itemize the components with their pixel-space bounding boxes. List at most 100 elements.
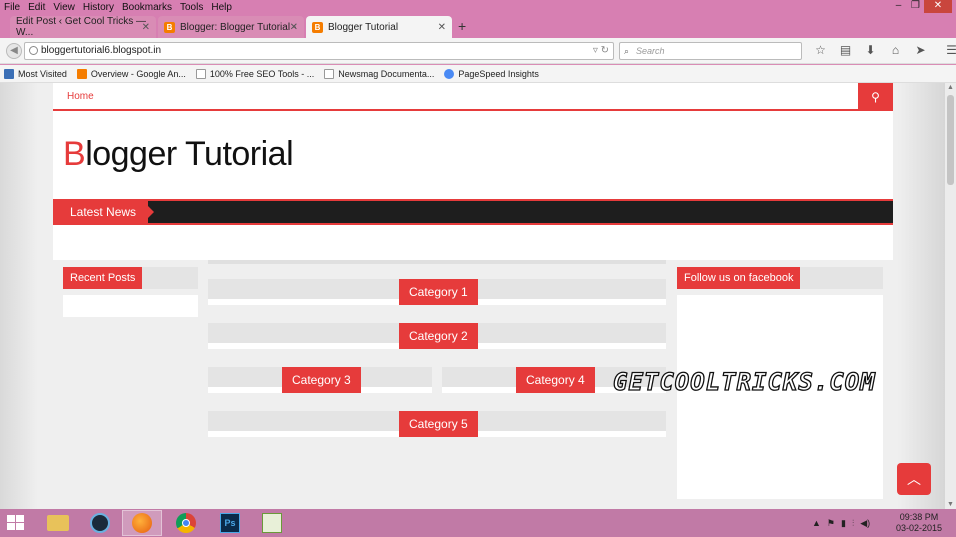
- category-1-block: Category 1: [208, 279, 666, 305]
- recent-posts-widget-header: Recent Posts: [63, 267, 198, 289]
- chevron-up-icon: ︿: [907, 471, 921, 487]
- clock-time: 09:38 PM: [899, 512, 939, 522]
- category-5-block: Category 5: [208, 411, 666, 437]
- category-2-block: Category 2: [208, 323, 666, 349]
- category-5-label[interactable]: Category 5: [399, 411, 478, 437]
- close-tab-icon[interactable]: ✕: [290, 22, 298, 33]
- category-1-label[interactable]: Category 1: [399, 279, 478, 305]
- chrome-icon[interactable]: [166, 510, 206, 536]
- recent-posts-body: [63, 295, 198, 317]
- category-4-label[interactable]: Category 4: [516, 367, 595, 393]
- search-icon[interactable]: ⚲: [858, 83, 893, 111]
- latest-news-label: Latest News: [53, 201, 154, 223]
- minimize-icon[interactable]: –: [890, 0, 907, 13]
- search-input[interactable]: ⌕ Search: [619, 42, 802, 60]
- bookmarks-toolbar: Most Visited Overview - Google An... 100…: [0, 65, 956, 83]
- latest-news-bar: Latest News: [53, 199, 893, 225]
- back-arrow-icon[interactable]: ◀: [6, 43, 22, 59]
- bookmark-label: PageSpeed Insights: [458, 68, 539, 79]
- menu-bookmarks[interactable]: Bookmarks: [122, 2, 172, 13]
- tab-bar: Edit Post ‹ Get Cool Tricks — W... ✕ B B…: [0, 14, 956, 38]
- nav-home-link[interactable]: Home: [67, 91, 94, 102]
- new-tab-icon[interactable]: +: [458, 18, 466, 34]
- facebook-widget-body: [677, 295, 883, 499]
- file-explorer-icon[interactable]: [38, 510, 78, 536]
- windows-start-icon[interactable]: [7, 515, 25, 531]
- maximize-icon[interactable]: ❐: [907, 0, 924, 13]
- facebook-widget-title: Follow us on facebook: [677, 267, 801, 289]
- scroll-down-arrow-icon[interactable]: ▼: [945, 501, 956, 508]
- navigation-bar: ◀ bloggertutorial6.blogspot.in ▿ ↻ ⌕ Sea…: [0, 38, 956, 64]
- battery-icon[interactable]: ▮: [841, 518, 846, 529]
- firefox-icon[interactable]: [122, 510, 162, 536]
- bookmark-seo-tools[interactable]: 100% Free SEO Tools - ...: [195, 68, 315, 79]
- menu-edit[interactable]: Edit: [28, 2, 45, 13]
- bookmark-label: 100% Free SEO Tools - ...: [209, 68, 315, 79]
- tab-title: Blogger: Blogger Tutorial -: [180, 21, 297, 33]
- send-icon[interactable]: ➤: [908, 43, 933, 57]
- bookmark-icon: [4, 68, 14, 79]
- system-tray: ▲ ⚑ ▮ ⫶ ◀): [812, 518, 876, 529]
- download-icon[interactable]: ⬇: [858, 43, 883, 57]
- facebook-widget-header: Follow us on facebook: [677, 267, 883, 289]
- tab-blogger-tutorial[interactable]: B Blogger Tutorial ✕: [306, 16, 452, 38]
- bookmark-label: Most Visited: [18, 68, 67, 79]
- page-scrollbar[interactable]: ▲ ▼: [945, 83, 956, 509]
- network-icon[interactable]: ⫶: [852, 518, 854, 529]
- tray-expand-icon[interactable]: ▲: [812, 518, 821, 529]
- media-player-icon[interactable]: [80, 510, 120, 536]
- scrollbar-thumb[interactable]: [947, 95, 954, 185]
- bookmark-google-analytics[interactable]: Overview - Google An...: [76, 68, 186, 79]
- menu-tools[interactable]: Tools: [180, 2, 203, 13]
- bookmark-star-icon[interactable]: ☆: [808, 43, 833, 57]
- reload-icon[interactable]: ▿ ↻: [593, 43, 609, 59]
- blog-title[interactable]: Blogger Tutorial: [63, 135, 294, 174]
- menu-view[interactable]: View: [53, 2, 75, 13]
- close-window-icon[interactable]: ✕: [924, 0, 952, 13]
- blog-title-rest: logger Tutorial: [85, 135, 294, 173]
- category-3-block: Category 3: [208, 367, 432, 393]
- bookmark-label: Newsmag Documenta...: [338, 68, 435, 79]
- address-bar[interactable]: bloggertutorial6.blogspot.in ▿ ↻: [24, 42, 614, 60]
- flag-icon[interactable]: ⚑: [827, 518, 835, 529]
- tab-edit-post[interactable]: Edit Post ‹ Get Cool Tricks — W... ✕: [10, 16, 156, 38]
- category-2-label[interactable]: Category 2: [399, 323, 478, 349]
- scroll-up-arrow-icon[interactable]: ▲: [945, 84, 956, 91]
- blogger-icon: B: [312, 21, 323, 33]
- search-placeholder: Search: [636, 46, 665, 56]
- page-icon: [324, 68, 335, 79]
- menu-icon[interactable]: ☰: [939, 43, 956, 57]
- scroll-to-top-button[interactable]: ︿: [897, 463, 931, 495]
- bookmark-most-visited[interactable]: Most Visited: [4, 68, 67, 79]
- category-3-label[interactable]: Category 3: [282, 367, 361, 393]
- bookmark-newsmag[interactable]: Newsmag Documenta...: [324, 68, 435, 79]
- tab-title: Edit Post ‹ Get Cool Tricks — W...: [16, 16, 147, 38]
- menu-file[interactable]: File: [4, 2, 20, 13]
- volume-icon[interactable]: ◀): [860, 518, 870, 529]
- close-tab-icon[interactable]: ✕: [142, 22, 150, 33]
- tab-title: Blogger Tutorial: [328, 21, 399, 33]
- page-icon: [195, 68, 206, 79]
- photoshop-icon[interactable]: Ps: [210, 510, 250, 536]
- recent-posts-title: Recent Posts: [63, 267, 143, 289]
- home-icon[interactable]: ⌂: [883, 43, 908, 57]
- menu-history[interactable]: History: [83, 2, 114, 13]
- blog-title-initial: B: [63, 135, 86, 173]
- tab-blogger-dashboard[interactable]: B Blogger: Blogger Tutorial - ✕: [158, 16, 304, 38]
- bookmark-label: Overview - Google An...: [90, 68, 186, 79]
- close-tab-icon[interactable]: ✕: [438, 22, 446, 33]
- analytics-icon: [76, 68, 87, 79]
- bookmark-pagespeed[interactable]: PageSpeed Insights: [444, 68, 539, 79]
- taskbar-clock[interactable]: 09:38 PM 03-02-2015: [896, 512, 942, 534]
- blog-container: Home ⚲ Blogger Tutorial Latest News Rece…: [53, 83, 893, 509]
- top-navigation: Home ⚲: [53, 83, 893, 111]
- menu-help[interactable]: Help: [211, 2, 232, 13]
- windows-taskbar: Ps ▲ ⚑ ▮ ⫶ ◀) 09:38 PM 03-02-2015: [0, 509, 956, 537]
- menu-bar: File Edit View History Bookmarks Tools H…: [0, 0, 956, 14]
- reading-list-icon[interactable]: ▤: [833, 43, 858, 57]
- window-controls: – ❐ ✕: [890, 0, 952, 13]
- globe-icon: [29, 46, 38, 55]
- blogger-icon: B: [164, 21, 175, 33]
- chart-app-icon[interactable]: [252, 510, 292, 536]
- pagespeed-icon: [444, 68, 455, 79]
